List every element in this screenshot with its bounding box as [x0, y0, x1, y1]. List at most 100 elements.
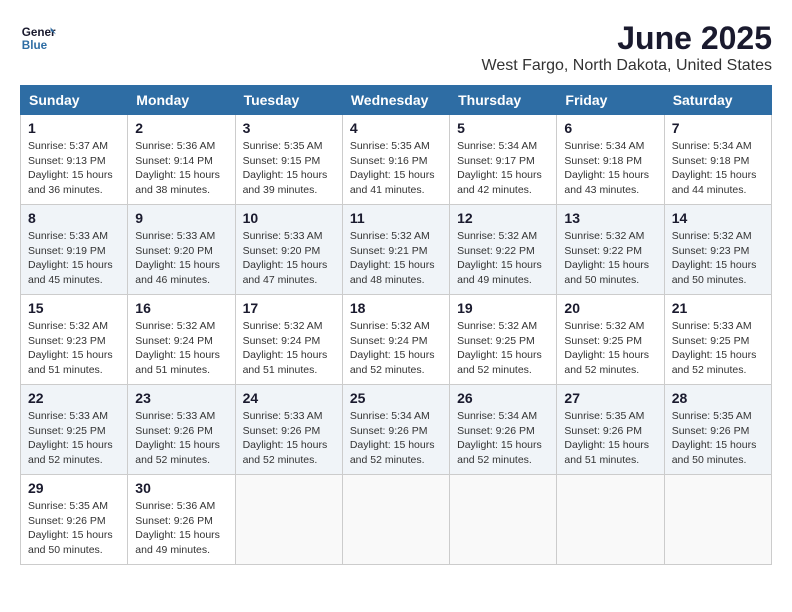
table-cell: 1 Sunrise: 5:37 AMSunset: 9:13 PMDaylight…	[21, 115, 128, 205]
day-info: Sunrise: 5:32 AMSunset: 9:25 PMDaylight:…	[564, 319, 656, 378]
col-saturday: Saturday	[664, 86, 771, 115]
table-cell: 5 Sunrise: 5:34 AMSunset: 9:17 PMDaylight…	[450, 115, 557, 205]
day-number: 20	[564, 300, 656, 316]
table-cell: 26Sunrise: 5:34 AMSunset: 9:26 PMDayligh…	[450, 385, 557, 475]
day-info: Sunrise: 5:32 AMSunset: 9:24 PMDaylight:…	[243, 319, 335, 378]
day-info: Sunrise: 5:32 AMSunset: 9:24 PMDaylight:…	[350, 319, 442, 378]
table-cell: 12Sunrise: 5:32 AMSunset: 9:22 PMDayligh…	[450, 205, 557, 295]
day-info: Sunrise: 5:35 AMSunset: 9:26 PMDaylight:…	[564, 409, 656, 468]
day-info: Sunrise: 5:32 AMSunset: 9:23 PMDaylight:…	[28, 319, 120, 378]
day-number: 14	[672, 210, 764, 226]
table-cell: 11 Sunrise: 5:32 AMSunset: 9:21 PMDayligh…	[342, 205, 449, 295]
table-cell	[450, 475, 557, 565]
week-row-5: 29 Sunrise: 5:35 AMSunset: 9:26 PMDayligh…	[21, 475, 772, 565]
table-cell: 29 Sunrise: 5:35 AMSunset: 9:26 PMDayligh…	[21, 475, 128, 565]
col-monday: Monday	[128, 86, 235, 115]
day-info: Sunrise: 5:37 AMSunset: 9:13 PMDaylight:…	[28, 139, 120, 198]
day-info: Sunrise: 5:35 AMSunset: 9:26 PMDaylight:…	[672, 409, 764, 468]
week-row-3: 15Sunrise: 5:32 AMSunset: 9:23 PMDayligh…	[21, 295, 772, 385]
day-info: Sunrise: 5:32 AMSunset: 9:25 PMDaylight:…	[457, 319, 549, 378]
table-cell: 10Sunrise: 5:33 AMSunset: 9:20 PMDayligh…	[235, 205, 342, 295]
table-cell	[235, 475, 342, 565]
col-tuesday: Tuesday	[235, 86, 342, 115]
day-info: Sunrise: 5:33 AMSunset: 9:25 PMDaylight:…	[28, 409, 120, 468]
day-number: 4	[350, 120, 442, 136]
day-info: Sunrise: 5:34 AMSunset: 9:26 PMDaylight:…	[350, 409, 442, 468]
day-info: Sunrise: 5:32 AMSunset: 9:24 PMDaylight:…	[135, 319, 227, 378]
logo-icon: General Blue	[20, 20, 56, 56]
table-cell: 28 Sunrise: 5:35 AMSunset: 9:26 PMDayligh…	[664, 385, 771, 475]
day-number: 1	[28, 120, 120, 136]
table-cell: 2 Sunrise: 5:36 AMSunset: 9:14 PMDaylight…	[128, 115, 235, 205]
table-cell: 20 Sunrise: 5:32 AMSunset: 9:25 PMDayligh…	[557, 295, 664, 385]
logo: General Blue	[20, 20, 56, 56]
table-cell: 13 Sunrise: 5:32 AMSunset: 9:22 PMDayligh…	[557, 205, 664, 295]
table-cell: 9 Sunrise: 5:33 AMSunset: 9:20 PMDaylight…	[128, 205, 235, 295]
day-number: 17	[243, 300, 335, 316]
day-info: Sunrise: 5:33 AMSunset: 9:26 PMDaylight:…	[135, 409, 227, 468]
day-info: Sunrise: 5:34 AMSunset: 9:17 PMDaylight:…	[457, 139, 549, 198]
table-cell	[342, 475, 449, 565]
table-cell: 22 Sunrise: 5:33 AMSunset: 9:25 PMDayligh…	[21, 385, 128, 475]
day-number: 22	[28, 390, 120, 406]
day-number: 16	[135, 300, 227, 316]
day-info: Sunrise: 5:34 AMSunset: 9:18 PMDaylight:…	[672, 139, 764, 198]
day-number: 27	[564, 390, 656, 406]
table-cell: 27 Sunrise: 5:35 AMSunset: 9:26 PMDayligh…	[557, 385, 664, 475]
header: General Blue June 2025 West Fargo, North…	[20, 20, 772, 75]
svg-text:Blue: Blue	[22, 39, 48, 52]
day-number: 5	[457, 120, 549, 136]
table-cell: 25 Sunrise: 5:34 AMSunset: 9:26 PMDayligh…	[342, 385, 449, 475]
day-number: 11	[350, 210, 442, 226]
table-cell: 7 Sunrise: 5:34 AMSunset: 9:18 PMDaylight…	[664, 115, 771, 205]
title-area: June 2025 West Fargo, North Dakota, Unit…	[482, 20, 773, 75]
col-friday: Friday	[557, 86, 664, 115]
table-cell: 14 Sunrise: 5:32 AMSunset: 9:23 PMDayligh…	[664, 205, 771, 295]
day-info: Sunrise: 5:33 AMSunset: 9:25 PMDaylight:…	[672, 319, 764, 378]
table-cell: 17 Sunrise: 5:32 AMSunset: 9:24 PMDayligh…	[235, 295, 342, 385]
table-cell: 4 Sunrise: 5:35 AMSunset: 9:16 PMDaylight…	[342, 115, 449, 205]
day-info: Sunrise: 5:36 AMSunset: 9:26 PMDaylight:…	[135, 499, 227, 558]
table-cell: 24Sunrise: 5:33 AMSunset: 9:26 PMDayligh…	[235, 385, 342, 475]
week-row-4: 22 Sunrise: 5:33 AMSunset: 9:25 PMDayligh…	[21, 385, 772, 475]
day-number: 25	[350, 390, 442, 406]
day-number: 7	[672, 120, 764, 136]
subtitle: West Fargo, North Dakota, United States	[482, 57, 773, 75]
table-cell: 23 Sunrise: 5:33 AMSunset: 9:26 PMDayligh…	[128, 385, 235, 475]
day-number: 9	[135, 210, 227, 226]
day-info: Sunrise: 5:33 AMSunset: 9:20 PMDaylight:…	[135, 229, 227, 288]
day-info: Sunrise: 5:32 AMSunset: 9:21 PMDaylight:…	[350, 229, 442, 288]
calendar-header-row: Sunday Monday Tuesday Wednesday Thursday…	[21, 86, 772, 115]
week-row-2: 8Sunrise: 5:33 AMSunset: 9:19 PMDaylight…	[21, 205, 772, 295]
col-sunday: Sunday	[21, 86, 128, 115]
table-cell	[664, 475, 771, 565]
table-cell: 3 Sunrise: 5:35 AMSunset: 9:15 PMDaylight…	[235, 115, 342, 205]
day-number: 29	[28, 480, 120, 496]
day-info: Sunrise: 5:36 AMSunset: 9:14 PMDaylight:…	[135, 139, 227, 198]
day-number: 6	[564, 120, 656, 136]
day-number: 23	[135, 390, 227, 406]
day-number: 19	[457, 300, 549, 316]
day-info: Sunrise: 5:35 AMSunset: 9:26 PMDaylight:…	[28, 499, 120, 558]
day-number: 30	[135, 480, 227, 496]
day-info: Sunrise: 5:35 AMSunset: 9:16 PMDaylight:…	[350, 139, 442, 198]
day-info: Sunrise: 5:32 AMSunset: 9:23 PMDaylight:…	[672, 229, 764, 288]
day-number: 12	[457, 210, 549, 226]
week-row-1: 1 Sunrise: 5:37 AMSunset: 9:13 PMDaylight…	[21, 115, 772, 205]
day-number: 18	[350, 300, 442, 316]
table-cell: 30 Sunrise: 5:36 AMSunset: 9:26 PMDayligh…	[128, 475, 235, 565]
table-cell	[557, 475, 664, 565]
table-cell: 19 Sunrise: 5:32 AMSunset: 9:25 PMDayligh…	[450, 295, 557, 385]
day-info: Sunrise: 5:34 AMSunset: 9:26 PMDaylight:…	[457, 409, 549, 468]
col-thursday: Thursday	[450, 86, 557, 115]
day-info: Sunrise: 5:32 AMSunset: 9:22 PMDaylight:…	[564, 229, 656, 288]
day-number: 3	[243, 120, 335, 136]
day-info: Sunrise: 5:35 AMSunset: 9:15 PMDaylight:…	[243, 139, 335, 198]
day-info: Sunrise: 5:33 AMSunset: 9:20 PMDaylight:…	[243, 229, 335, 288]
table-cell: 18 Sunrise: 5:32 AMSunset: 9:24 PMDayligh…	[342, 295, 449, 385]
day-info: Sunrise: 5:33 AMSunset: 9:19 PMDaylight:…	[28, 229, 120, 288]
day-number: 28	[672, 390, 764, 406]
day-number: 13	[564, 210, 656, 226]
table-cell: 16 Sunrise: 5:32 AMSunset: 9:24 PMDayligh…	[128, 295, 235, 385]
day-number: 2	[135, 120, 227, 136]
